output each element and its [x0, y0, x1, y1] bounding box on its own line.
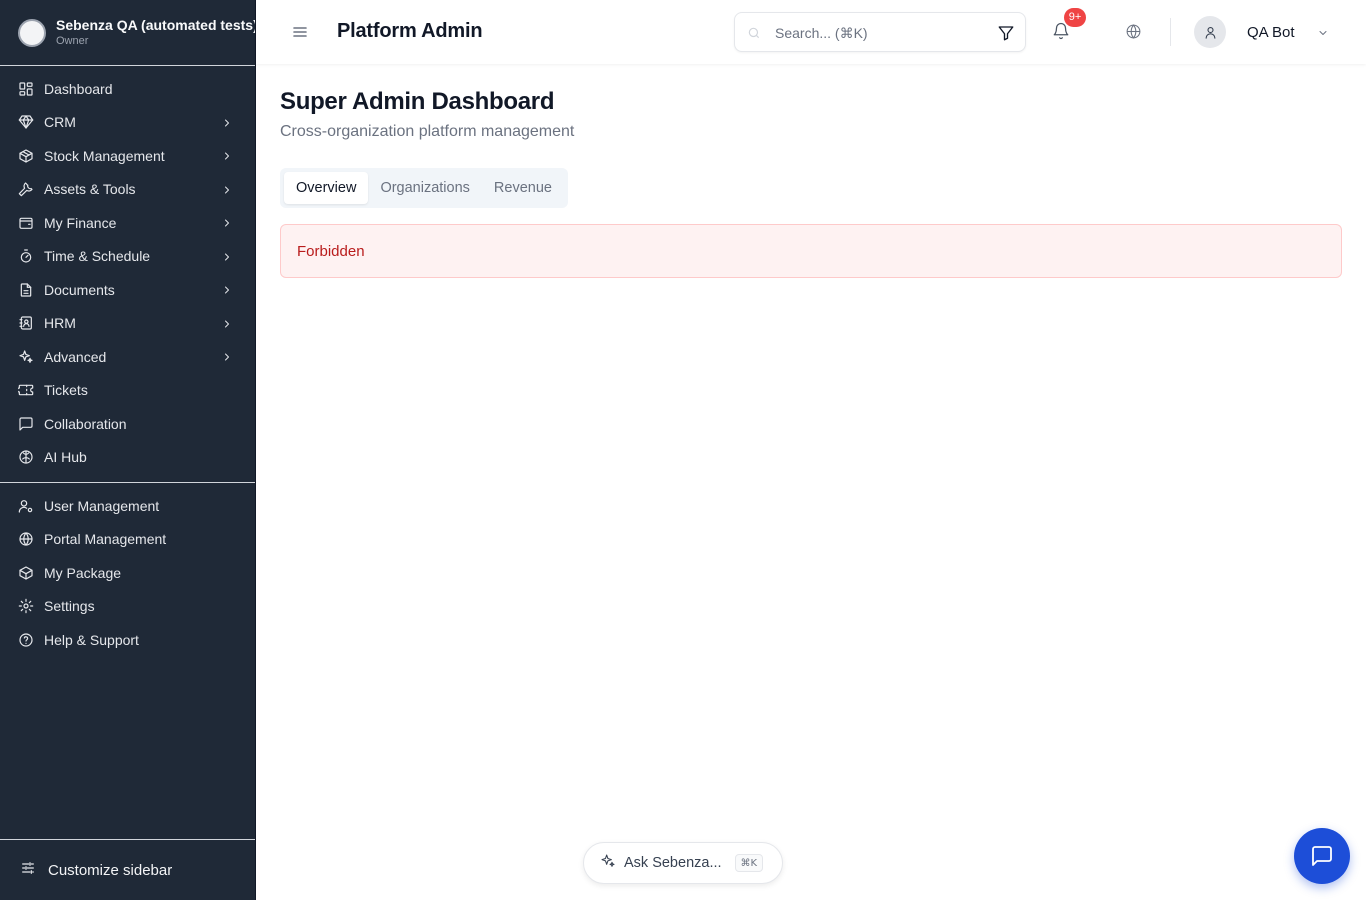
sparkles-icon — [18, 349, 34, 365]
package-icon — [18, 565, 34, 581]
wallet-icon — [18, 215, 34, 231]
sidebar-item-advanced[interactable]: Advanced — [0, 340, 255, 374]
sidebar-item-label: My Finance — [44, 214, 117, 231]
sidebar-item-crm[interactable]: CRM — [0, 106, 255, 140]
sidebar-item-my-package[interactable]: My Package — [0, 556, 255, 590]
search-input[interactable] — [775, 22, 985, 44]
global-search — [734, 12, 1026, 52]
main-content: Super Admin Dashboard Cross-organization… — [256, 64, 1366, 900]
sidebar-item-stock-management[interactable]: Stock Management — [0, 139, 255, 173]
timer-icon — [18, 248, 34, 264]
sliders-icon — [20, 860, 36, 880]
sidebar-item-portal-management[interactable]: Portal Management — [0, 523, 255, 557]
sidebar-nav: Dashboard CRM Stock Management Assets & … — [0, 66, 255, 657]
sidebar-item-label: Portal Management — [44, 531, 167, 548]
sidebar-item-label: Collaboration — [44, 415, 127, 432]
filter-icon[interactable] — [997, 24, 1015, 42]
brain-icon — [18, 449, 34, 465]
chevron-right-icon — [221, 317, 233, 329]
sidebar-item-label: Help & Support — [44, 631, 139, 648]
chevron-right-icon — [221, 250, 233, 262]
document-icon — [18, 282, 34, 298]
sidebar-item-label: HRM — [44, 315, 76, 332]
sidebar-item-label: Settings — [44, 598, 95, 615]
sidebar-item-label: My Package — [44, 564, 122, 581]
user-cog-icon — [18, 498, 34, 514]
chevron-right-icon — [221, 283, 233, 295]
sidebar-item-label: Dashboard — [44, 80, 113, 97]
sidebar-item-hrm[interactable]: HRM — [0, 307, 255, 341]
sidebar-item-label: AI Hub — [44, 449, 87, 466]
org-avatar — [18, 18, 46, 47]
gear-icon — [18, 598, 34, 614]
dashboard-icon — [18, 81, 34, 97]
sparkles-icon — [600, 853, 616, 874]
org-name: Sebenza QA (automated tests) — [56, 16, 255, 33]
menu-toggle-icon[interactable] — [292, 24, 308, 40]
chevron-right-icon — [221, 149, 233, 161]
search-icon — [747, 26, 761, 40]
tab-revenue[interactable]: Revenue — [482, 172, 564, 204]
sidebar-item-help-support[interactable]: Help & Support — [0, 623, 255, 657]
org-role: Owner — [56, 34, 89, 47]
customize-sidebar-button[interactable]: Customize sidebar — [0, 839, 255, 900]
chevron-right-icon — [221, 116, 233, 128]
dashboard-tabs: Overview Organizations Revenue — [280, 168, 568, 208]
sidebar-item-ai-hub[interactable]: AI Hub — [0, 441, 255, 475]
package-icon — [18, 148, 34, 164]
help-circle-icon — [18, 632, 34, 648]
sidebar-item-time-schedule[interactable]: Time & Schedule — [0, 240, 255, 274]
top-header: Platform Admin 9+ QA Bot — [256, 0, 1366, 64]
customize-sidebar-label: Customize sidebar — [48, 861, 173, 879]
ask-assistant-button[interactable]: Ask Sebenza... ⌘K — [583, 842, 783, 884]
sidebar-item-dashboard[interactable]: Dashboard — [0, 72, 255, 106]
sidebar-item-user-management[interactable]: User Management — [0, 489, 255, 523]
ask-assistant-label: Ask Sebenza... — [624, 855, 722, 871]
sidebar-item-label: Time & Schedule — [44, 248, 151, 265]
sidebar-item-collaboration[interactable]: Collaboration — [0, 407, 255, 441]
page-subtitle: Cross-organization platform management — [280, 123, 575, 140]
user-menu[interactable]: QA Bot — [1194, 16, 1329, 48]
language-globe-icon[interactable] — [1125, 23, 1143, 41]
tab-organizations[interactable]: Organizations — [368, 172, 481, 204]
tab-overview[interactable]: Overview — [284, 172, 369, 204]
open-chat-button[interactable] — [1294, 828, 1350, 884]
sidebar-item-settings[interactable]: Settings — [0, 590, 255, 624]
notification-count-badge: 9+ — [1064, 8, 1086, 27]
gem-icon — [18, 114, 34, 130]
sidebar-item-label: Stock Management — [44, 147, 165, 164]
sidebar-item-tickets[interactable]: Tickets — [0, 374, 255, 408]
sidebar-item-label: Assets & Tools — [44, 181, 136, 198]
user-name: QA Bot — [1247, 23, 1295, 41]
chat-icon — [18, 416, 34, 432]
contact-book-icon — [18, 315, 34, 331]
sidebar-item-label: User Management — [44, 497, 160, 514]
sidebar-item-documents[interactable]: Documents — [0, 273, 255, 307]
sidebar-item-assets-tools[interactable]: Assets & Tools — [0, 173, 255, 207]
header-divider — [1170, 18, 1171, 46]
sidebar-item-label: Documents — [44, 281, 115, 298]
page-title: Super Admin Dashboard — [280, 88, 555, 115]
chevron-down-icon — [1317, 26, 1329, 38]
sidebar-item-label: CRM — [44, 114, 76, 131]
header-title: Platform Admin — [337, 20, 483, 42]
sidebar-item-label: Advanced — [44, 348, 107, 365]
wrench-icon — [18, 181, 34, 197]
error-alert: Forbidden — [280, 224, 1342, 278]
sidebar-divider — [0, 482, 255, 483]
sidebar-item-my-finance[interactable]: My Finance — [0, 206, 255, 240]
chevron-right-icon — [221, 350, 233, 362]
ticket-icon — [18, 382, 34, 398]
keyboard-shortcut-badge: ⌘K — [734, 854, 764, 872]
chat-bubble-icon — [1312, 846, 1332, 866]
sidebar-item-label: Tickets — [44, 382, 88, 399]
user-avatar-icon — [1194, 16, 1226, 48]
org-switcher[interactable]: Sebenza QA (automated tests) Owner — [0, 0, 255, 66]
chevron-right-icon — [221, 216, 233, 228]
error-message: Forbidden — [297, 242, 365, 260]
sidebar: Sebenza QA (automated tests) Owner Dashb… — [0, 0, 256, 900]
globe-icon — [18, 531, 34, 547]
chevron-right-icon — [221, 183, 233, 195]
